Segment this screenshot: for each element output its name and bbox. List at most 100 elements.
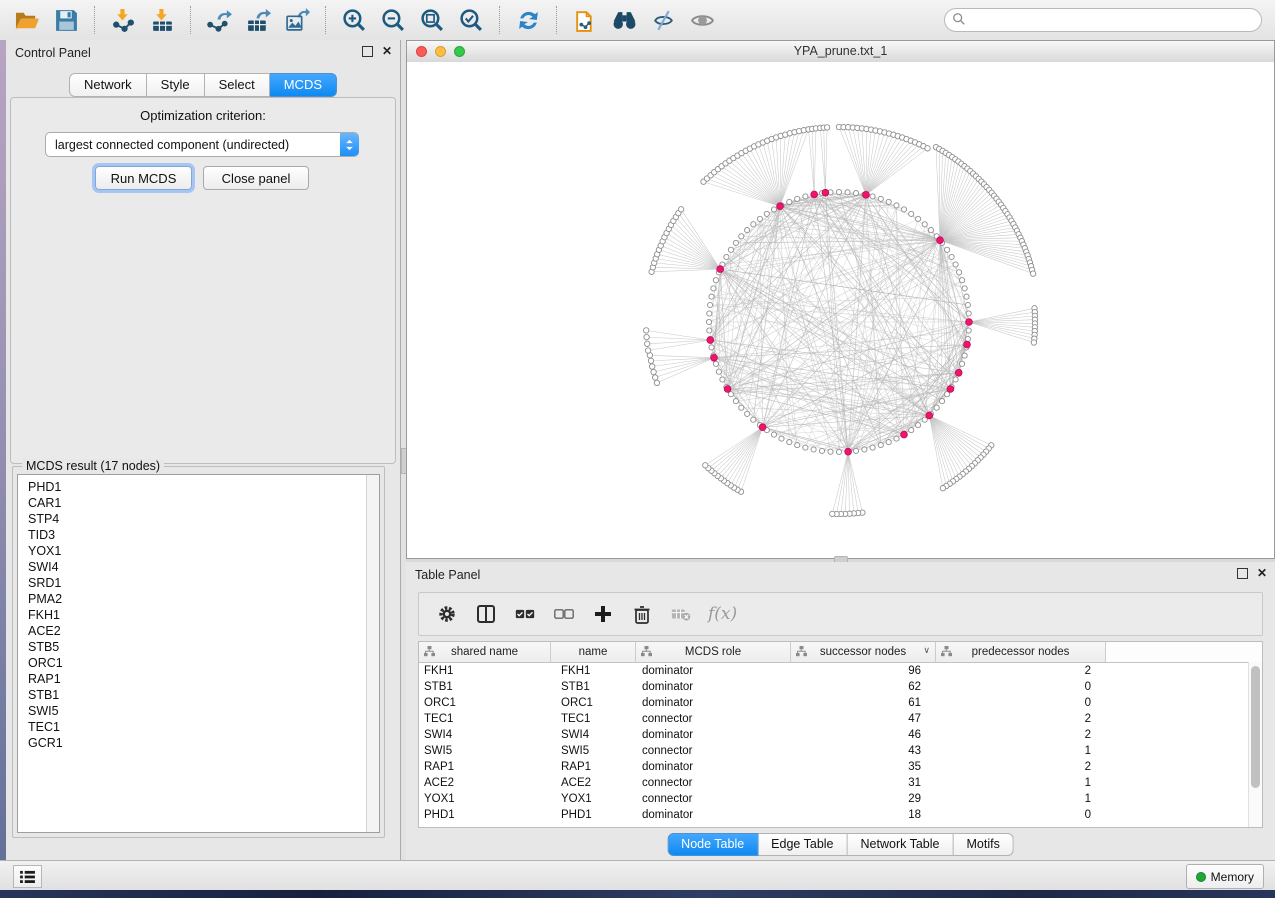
mcds-result-item[interactable]: STP4 [18, 511, 379, 527]
network-node[interactable] [707, 311, 712, 316]
close-panel-button[interactable]: Close panel [203, 166, 309, 190]
table-cell[interactable]: SWI4 [419, 727, 551, 743]
network-node[interactable] [653, 375, 658, 380]
mcds-result-item[interactable]: STB5 [18, 639, 379, 655]
close-panel-icon[interactable]: ✕ [382, 46, 392, 57]
network-node[interactable] [706, 319, 711, 324]
table-cell[interactable]: 1 [936, 775, 1106, 791]
network-node[interactable] [711, 286, 716, 291]
table-row[interactable]: SWI4SWI4dominator462 [419, 727, 1262, 743]
mcds-result-item[interactable]: GCR1 [18, 735, 379, 751]
table-cell[interactable]: dominator [636, 727, 791, 743]
network-node[interactable] [678, 207, 683, 212]
network-node[interactable] [964, 294, 969, 299]
network-node-mcds[interactable] [845, 448, 852, 455]
table-settings-gear-icon[interactable] [435, 602, 459, 626]
network-node[interactable] [940, 486, 945, 491]
table-cell[interactable]: PHD1 [419, 807, 551, 823]
table-cell[interactable]: ORC1 [551, 695, 636, 711]
node-table[interactable]: shared namenameMCDS rolesuccessor nodes∨… [418, 641, 1263, 828]
network-node-mcds[interactable] [937, 237, 944, 244]
add-column-icon[interactable] [591, 602, 615, 626]
network-node-mcds[interactable] [964, 341, 971, 348]
table-cell[interactable]: 1 [936, 743, 1106, 759]
network-node[interactable] [909, 211, 914, 216]
network-node[interactable] [862, 447, 867, 452]
network-node[interactable] [960, 278, 965, 283]
refresh-layout-icon[interactable] [515, 7, 542, 34]
mcds-result-item[interactable]: TID3 [18, 527, 379, 543]
table-cell[interactable]: 0 [936, 679, 1106, 695]
network-node[interactable] [771, 432, 776, 437]
search-input[interactable] [944, 8, 1262, 32]
column-header-successor-nodes[interactable]: successor nodes∨ [791, 642, 936, 662]
table-row[interactable]: RAP1RAP1dominator352 [419, 759, 1262, 775]
network-node[interactable] [957, 270, 962, 275]
import-network-icon[interactable] [110, 7, 137, 34]
network-node-mcds[interactable] [724, 386, 731, 393]
network-node[interactable] [713, 361, 718, 366]
network-node[interactable] [901, 207, 906, 212]
table-cell[interactable]: dominator [636, 807, 791, 823]
network-node-mcds[interactable] [777, 203, 784, 210]
table-scrollbar-thumb[interactable] [1251, 666, 1260, 788]
zoom-fit-icon[interactable] [419, 7, 446, 34]
network-node[interactable] [650, 364, 655, 369]
network-node[interactable] [787, 440, 792, 445]
mcds-result-item[interactable]: SWI5 [18, 703, 379, 719]
network-node[interactable] [751, 417, 756, 422]
network-node-mcds[interactable] [717, 266, 724, 273]
deselect-all-checkboxes-icon[interactable] [552, 602, 576, 626]
open-file-icon[interactable] [14, 7, 41, 34]
zoom-selected-icon[interactable] [458, 7, 485, 34]
network-node[interactable] [779, 436, 784, 441]
network-node[interactable] [757, 216, 762, 221]
table-cell[interactable]: dominator [636, 695, 791, 711]
table-cell[interactable]: 0 [936, 807, 1106, 823]
table-cell[interactable]: SWI5 [551, 743, 636, 759]
network-node[interactable] [953, 262, 958, 267]
run-mcds-button[interactable]: Run MCDS [95, 166, 192, 190]
network-node[interactable] [830, 511, 835, 516]
table-cell[interactable]: 29 [791, 791, 936, 807]
table-cell[interactable]: YOX1 [419, 791, 551, 807]
table-row[interactable]: FKH1FKH1dominator962 [419, 663, 1262, 679]
network-node[interactable] [928, 228, 933, 233]
network-node[interactable] [819, 448, 824, 453]
column-header-shared-name[interactable]: shared name [419, 642, 551, 662]
network-node[interactable] [1031, 340, 1036, 345]
table-cell[interactable]: 47 [791, 711, 936, 727]
network-node[interactable] [966, 328, 971, 333]
table-cell[interactable]: FKH1 [551, 663, 636, 679]
network-node-mcds[interactable] [947, 386, 954, 393]
mcds-result-item[interactable]: TEC1 [18, 719, 379, 735]
table-cell[interactable]: connector [636, 743, 791, 759]
column-header-predecessor-nodes[interactable]: predecessor nodes [936, 642, 1106, 662]
network-node[interactable] [934, 405, 939, 410]
network-node[interactable] [878, 443, 883, 448]
network-node[interactable] [894, 203, 899, 208]
table-cell[interactable]: 2 [936, 711, 1106, 727]
float-window-icon[interactable] [362, 46, 373, 57]
network-node[interactable] [764, 211, 769, 216]
search-binoculars-icon[interactable] [611, 7, 638, 34]
table-cell[interactable]: dominator [636, 663, 791, 679]
network-node-mcds[interactable] [926, 412, 933, 419]
network-node[interactable] [1030, 271, 1035, 276]
network-node[interactable] [720, 377, 725, 382]
network-node[interactable] [733, 240, 738, 245]
network-node[interactable] [733, 399, 738, 404]
table-scrollbar[interactable] [1248, 662, 1262, 827]
table-cell[interactable]: RAP1 [419, 759, 551, 775]
table-cell[interactable]: 31 [791, 775, 936, 791]
table-cell[interactable]: RAP1 [551, 759, 636, 775]
close-panel-icon[interactable]: ✕ [1257, 568, 1267, 579]
table-cell[interactable]: 46 [791, 727, 936, 743]
table-cell[interactable]: ACE2 [419, 775, 551, 791]
tab-select[interactable]: Select [205, 73, 270, 97]
network-node[interactable] [870, 194, 875, 199]
tab-motifs[interactable]: Motifs [953, 833, 1013, 856]
table-row[interactable]: ACE2ACE2connector311 [419, 775, 1262, 791]
network-node[interactable] [648, 358, 653, 363]
network-node[interactable] [728, 247, 733, 252]
